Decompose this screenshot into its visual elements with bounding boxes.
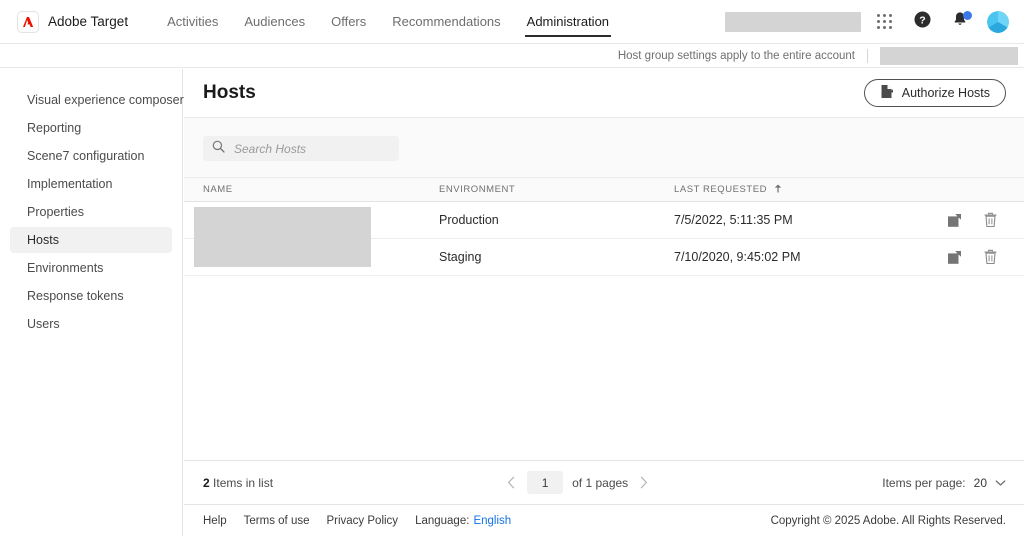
items-per-page-label: Items per page: [882,475,966,490]
copyright-text: Copyright © 2025 Adobe. All Rights Reser… [770,514,1006,527]
sidebar-item-properties[interactable]: Properties [10,199,172,225]
main-content: Hosts Authorize Hosts Search Hosts NAME … [184,69,1024,536]
language-value[interactable]: English [473,515,511,527]
search-input[interactable] [232,140,382,157]
notifications-button[interactable] [945,7,975,37]
cell-environment: Production [439,213,499,227]
cell-actions [929,249,1024,265]
of-pages-label: of 1 pages [572,475,629,490]
nav-tab-audiences[interactable]: Audiences [231,0,318,44]
sidebar: Visual experience composer Reporting Sce… [0,69,184,536]
brand[interactable]: Adobe Target [17,10,129,33]
sidebar-item-users[interactable]: Users [10,311,172,337]
cell-environment: Staging [439,250,482,264]
items-count-value: 2 [203,475,210,490]
nav-tab-administration[interactable]: Administration [514,0,622,44]
cell-last-requested: 7/10/2020, 9:45:02 PM [674,250,801,264]
table-header-row: NAME ENVIRONMENT LAST REQUESTED [184,178,1024,202]
sidebar-item-visual-experience-composer[interactable]: Visual experience composer [10,87,184,113]
chevron-down-icon [995,476,1006,490]
sidebar-item-scene7-configuration[interactable]: Scene7 configuration [10,143,172,169]
nav-tab-recommendations[interactable]: Recommendations [379,0,513,44]
account-selector[interactable] [880,46,1018,65]
edit-icon[interactable] [947,213,962,228]
items-per-page-value: 20 [973,475,987,490]
account-notice-text: Host group settings apply to the entire … [617,49,855,62]
items-in-list: 2 Items in list [203,476,273,490]
pagination-bar: 2 Items in list 1 of 1 pages Items per p… [184,460,1024,504]
sidebar-item-hosts[interactable]: Hosts [10,227,172,253]
delete-icon[interactable] [983,212,998,228]
sidebar-item-implementation[interactable]: Implementation [10,171,172,197]
sidebar-item-environments[interactable]: Environments [10,255,172,281]
pager: 1 of 1 pages [505,471,650,494]
footer-link-help[interactable]: Help [203,515,227,527]
hosts-table: NAME ENVIRONMENT LAST REQUESTED Producti… [184,178,1024,460]
page-footer: Help Terms of use Privacy Policy Languag… [184,504,1024,536]
page-header: Hosts Authorize Hosts [184,69,1024,118]
footer-link-terms[interactable]: Terms of use [244,515,310,527]
global-search-input[interactable] [725,11,861,32]
language-label: Language: [415,514,470,527]
edit-icon[interactable] [947,250,962,265]
account-notice-bar: Host group settings apply to the entire … [0,44,1024,68]
search-band [184,118,1024,178]
search-icon [212,140,225,158]
nav-tab-offers[interactable]: Offers [318,0,379,44]
page-title: Hosts [203,82,256,103]
items-per-page-selector[interactable]: Items per page: 20 [882,476,1006,490]
help-icon: ? [914,11,931,33]
column-header-last-requested[interactable]: LAST REQUESTED [674,184,929,196]
column-header-environment[interactable]: ENVIRONMENT [439,184,674,195]
top-navigation-actions: ? [725,7,1013,37]
column-header-name[interactable]: NAME [184,184,439,195]
authorize-hosts-button[interactable]: Authorize Hosts [863,79,1006,107]
column-header-last-requested-label: LAST REQUESTED [674,184,768,195]
search-hosts-box[interactable] [203,136,399,161]
divider [867,48,868,63]
avatar-button[interactable] [983,7,1013,37]
host-name-redacted [194,207,371,267]
nav-tabs: Activities Audiences Offers Recommendati… [154,0,622,44]
sidebar-item-reporting[interactable]: Reporting [10,115,172,141]
document-page-icon [880,84,894,102]
brand-name: Adobe Target [48,14,129,29]
nav-tab-activities[interactable]: Activities [154,0,231,44]
adobe-logo-icon [17,10,39,33]
top-navigation-bar: Adobe Target Activities Audiences Offers… [0,0,1024,44]
help-button[interactable]: ? [907,7,937,37]
items-count-label: Items in list [213,475,274,490]
notification-badge [963,10,972,20]
sidebar-item-response-tokens[interactable]: Response tokens [10,283,172,309]
chevron-left-icon[interactable] [505,474,518,491]
app-grid-button[interactable] [869,7,899,37]
app-root: Adobe Target Activities Audiences Offers… [0,0,1024,536]
cell-actions [929,212,1024,228]
page-number-input[interactable]: 1 [527,471,564,494]
cell-last-requested: 7/5/2022, 5:11:35 PM [674,213,793,227]
svg-text:?: ? [919,14,925,26]
chevron-right-icon[interactable] [637,474,650,491]
table-body: Production 7/5/2022, 5:11:35 PM Staging … [184,202,1024,276]
avatar-icon [987,10,1009,33]
app-grid-icon [876,14,892,29]
authorize-hosts-label: Authorize Hosts [901,86,990,100]
footer-link-privacy[interactable]: Privacy Policy [326,515,398,527]
delete-icon[interactable] [983,249,998,265]
sort-arrow-up-icon [774,184,782,196]
